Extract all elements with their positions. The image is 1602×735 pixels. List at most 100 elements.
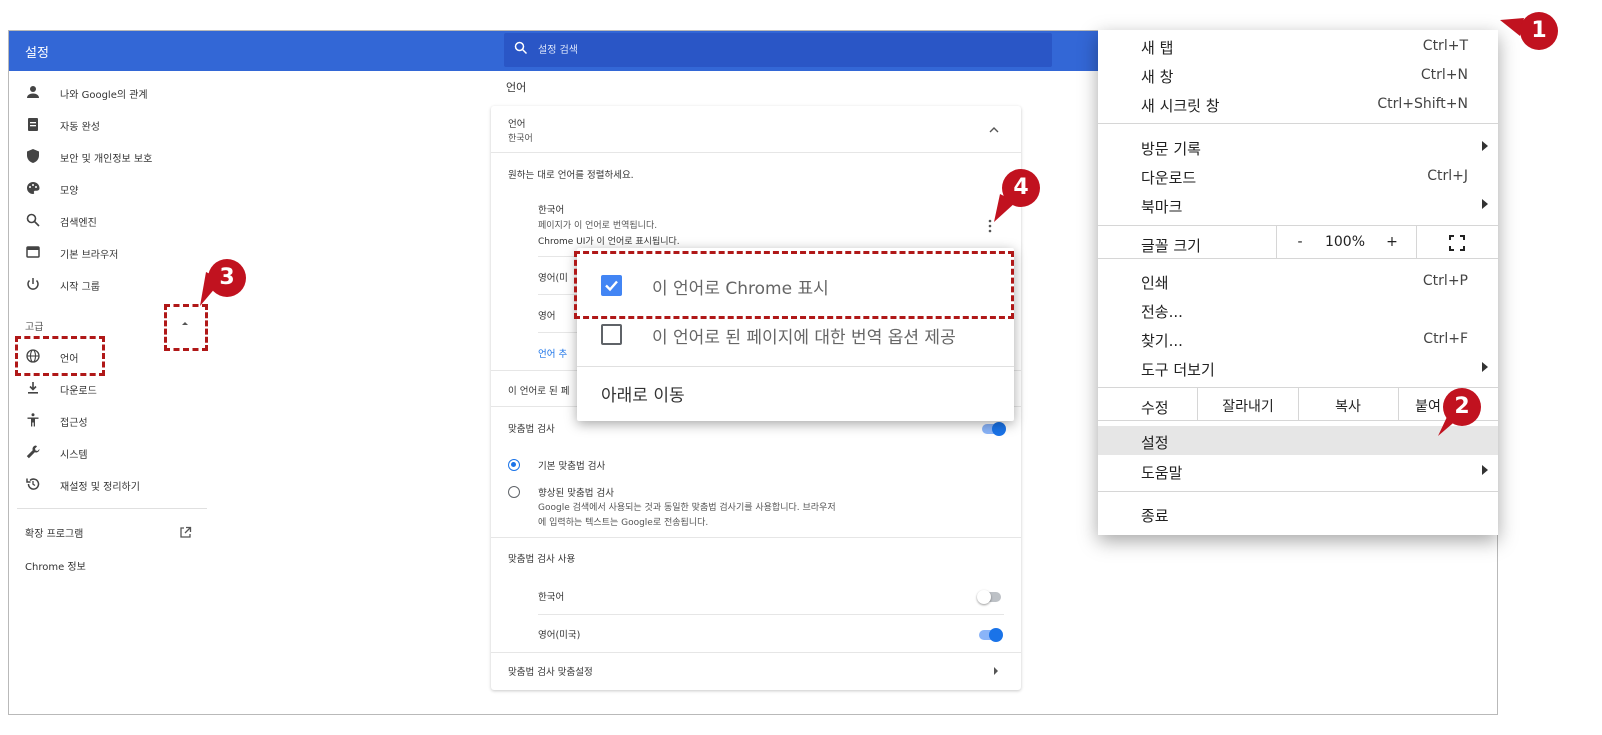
- zoom-separator: [1416, 226, 1417, 258]
- add-language-link[interactable]: 언어 추: [538, 346, 567, 360]
- wrench-icon: [26, 445, 40, 459]
- menu-more-tools[interactable]: 도구 더보기: [1141, 359, 1215, 380]
- sidebar-item-label: 보안 및 개인정보 보호: [60, 154, 153, 165]
- translate-offer-option[interactable]: 이 언어로 된 페이지에 대한 번역 옵션 제공: [652, 323, 956, 348]
- card-divider: [491, 537, 1021, 538]
- download-icon: [28, 382, 38, 394]
- sidebar-item-reset[interactable]: 재설정 및 정리하기: [9, 470, 209, 498]
- sidebar-item-system[interactable]: 시스템: [9, 438, 209, 466]
- clipboard-icon: [28, 118, 38, 131]
- card-divider: [491, 152, 1021, 153]
- spell-korean-toggle[interactable]: [977, 590, 1001, 604]
- step-badge-3: 3: [208, 259, 246, 297]
- menu-help[interactable]: 도움말: [1141, 462, 1182, 483]
- zoom-out-button[interactable]: -: [1290, 234, 1310, 250]
- sidebar-item-label: 시스템: [60, 450, 88, 461]
- chevron-up-icon[interactable]: [988, 126, 1000, 134]
- sidebar-item-label: 검색엔진: [60, 218, 97, 229]
- sidebar-item-accessibility[interactable]: 접근성: [9, 406, 209, 434]
- enhanced-spellcheck-desc: Google 검색에서 사용되는 것과 동일한 맞춤법 검사기를 사용합니다. …: [538, 503, 836, 513]
- highlight-display-option: [574, 251, 1014, 319]
- row-divider: [538, 614, 1004, 615]
- shortcut-new-window: Ctrl+N: [1420, 67, 1468, 83]
- sidebar-item-label: 모양: [60, 186, 79, 197]
- sidebar-item-label: 나와 Google의 관계: [60, 90, 148, 101]
- submenu-arrow-icon: [1482, 362, 1488, 372]
- shortcut-downloads: Ctrl+J: [1427, 168, 1468, 184]
- spell-lang-english: 영어(미국): [538, 630, 581, 641]
- menu-new-window[interactable]: 새 창: [1141, 66, 1173, 87]
- menu-separator: [1098, 225, 1498, 226]
- submenu-arrow-icon: [1482, 141, 1488, 151]
- sidebar-item-search-engine[interactable]: 검색엔진: [9, 206, 209, 234]
- menu-print[interactable]: 인쇄: [1141, 272, 1169, 293]
- sidebar-item-label: 재설정 및 정리하기: [60, 482, 140, 493]
- basic-spellcheck-radio[interactable]: [508, 459, 520, 471]
- sidebar-item-appearance[interactable]: 모양: [9, 174, 209, 202]
- spell-english-toggle[interactable]: [979, 628, 1003, 642]
- menu-zoom-label: 글꼴 크기: [1141, 237, 1201, 255]
- translate-offer-checkbox[interactable]: [601, 324, 622, 345]
- menu-cast[interactable]: 전송...: [1141, 301, 1183, 322]
- menu-find[interactable]: 찾기...: [1141, 330, 1183, 351]
- settings-title: 설정: [25, 46, 49, 61]
- shortcut-new-tab: Ctrl+T: [1422, 38, 1468, 54]
- menu-new-tab[interactable]: 새 탭: [1141, 37, 1173, 58]
- zoom-separator: [1276, 226, 1277, 258]
- order-hint: 원하는 대로 언어를 정렬하세요.: [508, 170, 634, 181]
- palette-icon: [27, 182, 40, 194]
- search-icon: [26, 213, 40, 227]
- chevron-right-icon[interactable]: [993, 667, 999, 675]
- power-icon: [27, 278, 39, 290]
- sidebar-item-privacy[interactable]: 보안 및 개인정보 보호: [9, 142, 209, 170]
- accessibility-icon: [27, 413, 39, 427]
- language-name-english-us: 영어(미: [538, 273, 568, 284]
- spellcheck-custom-link[interactable]: 맞춤법 검사 맞춤설정: [508, 664, 593, 678]
- sidebar-item-autofill[interactable]: 자동 완성: [9, 110, 209, 138]
- enhanced-spellcheck-radio[interactable]: [508, 486, 520, 498]
- enhanced-spellcheck-label: 향상된 맞춤법 검사: [538, 488, 614, 499]
- sidebar-item-default-browser[interactable]: 기본 브라우저: [9, 238, 209, 266]
- language-korean-ui-note: Chrome UI가 이 언어로 표시됩니다.: [538, 237, 680, 247]
- sidebar-divider: [17, 508, 207, 509]
- move-down-option[interactable]: 아래로 이동: [601, 381, 685, 406]
- spellcheck-toggle[interactable]: [982, 422, 1006, 436]
- language-name-english: 영어: [538, 311, 556, 322]
- fullscreen-icon[interactable]: [1448, 234, 1466, 252]
- menu-settings[interactable]: 설정: [1141, 432, 1169, 453]
- translate-offer-label: 이 언어로 된 페: [508, 386, 570, 397]
- step-badge-1: 1: [1520, 12, 1558, 50]
- edit-separator: [1398, 388, 1399, 420]
- highlight-collapse: [164, 304, 208, 351]
- settings-search[interactable]: [504, 33, 1052, 67]
- basic-spellcheck-label: 기본 맞춤법 검사: [538, 461, 606, 472]
- language-korean-translate-note: 페이지가 이 언어로 번역됩니다.: [538, 221, 658, 231]
- sidebar-item-extensions[interactable]: 확장 프로그램: [25, 525, 83, 540]
- menu-bookmarks[interactable]: 북마크: [1141, 196, 1182, 217]
- menu-history[interactable]: 방문 기록: [1141, 138, 1201, 159]
- browser-icon: [26, 246, 40, 258]
- language-section-value: 한국어: [508, 134, 533, 144]
- sidebar-item-label: 접근성: [60, 418, 88, 429]
- shortcut-incognito: Ctrl+Shift+N: [1377, 96, 1468, 112]
- sidebar-item-on-startup[interactable]: 시작 그룹: [9, 270, 209, 298]
- menu-separator: [1098, 491, 1498, 492]
- search-icon: [514, 41, 528, 55]
- edit-separator: [1298, 388, 1299, 420]
- zoom-in-button[interactable]: +: [1382, 234, 1402, 250]
- search-input[interactable]: [538, 33, 1038, 67]
- menu-exit[interactable]: 종료: [1141, 505, 1169, 526]
- sidebar-item-you-and-google[interactable]: 나와 Google의 관계: [9, 78, 209, 106]
- sidebar-item-about-chrome[interactable]: Chrome 정보: [25, 558, 86, 573]
- open-external-icon[interactable]: [179, 526, 192, 539]
- card-divider: [491, 652, 1021, 653]
- menu-downloads[interactable]: 다운로드: [1141, 167, 1196, 188]
- sidebar-item-label: 기본 브라우저: [60, 250, 119, 261]
- copy-button[interactable]: 복사: [1306, 396, 1390, 416]
- menu-new-incognito[interactable]: 새 시크릿 창: [1141, 95, 1220, 116]
- sidebar-item-downloads[interactable]: 다운로드: [9, 374, 209, 402]
- sidebar-item-label: 자동 완성: [60, 122, 100, 133]
- spellcheck-use-title: 맞춤법 검사 사용: [508, 554, 576, 565]
- cut-button[interactable]: 잘라내기: [1206, 396, 1290, 416]
- edit-separator: [1197, 388, 1198, 420]
